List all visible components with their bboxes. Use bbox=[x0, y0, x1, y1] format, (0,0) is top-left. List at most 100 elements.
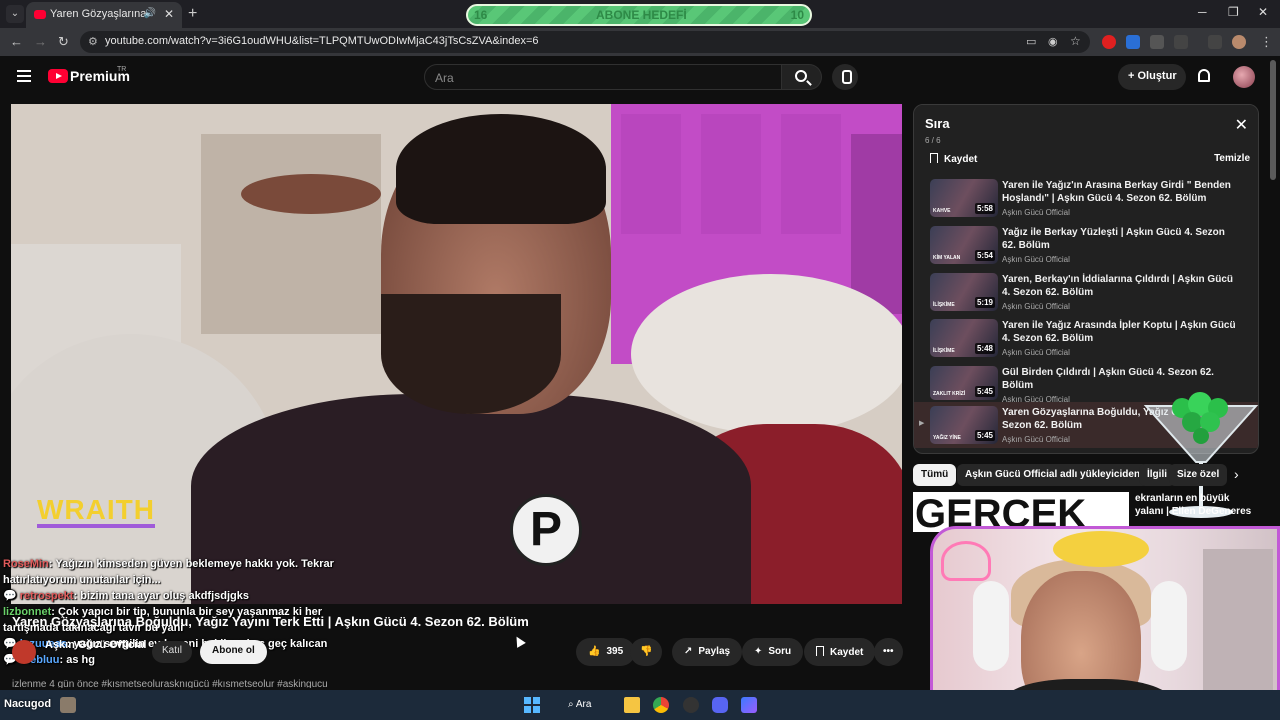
search-icon bbox=[795, 70, 807, 82]
sparkle-icon: ✦ bbox=[754, 646, 763, 657]
discord-icon[interactable] bbox=[712, 697, 728, 713]
background-shelf bbox=[1203, 549, 1273, 699]
app-icon[interactable] bbox=[741, 697, 757, 713]
extension-dark-icon[interactable] bbox=[1150, 35, 1164, 49]
windows-start-icon[interactable] bbox=[524, 697, 540, 713]
chip-from-uploader[interactable]: Aşkın Gücü Official adlı yükleyiciden bbox=[957, 464, 1149, 486]
dislike-button[interactable]: 👎 bbox=[630, 638, 663, 666]
extension-red-icon[interactable] bbox=[1102, 35, 1116, 49]
thumbnail-caption: İLİŞKİME bbox=[933, 301, 955, 308]
neon-sign bbox=[941, 541, 991, 581]
save-button[interactable]: Kaydet bbox=[804, 638, 876, 666]
share-button[interactable]: ↗ Paylaş bbox=[672, 638, 743, 666]
url-input[interactable]: ⚙ youtube.com/watch?v=3i6G1oudWHU&list=T… bbox=[80, 31, 1090, 53]
filter-chips: Tümü Aşkın Gücü Official adlı yükleyicid… bbox=[913, 464, 1259, 488]
url-text: youtube.com/watch?v=3i6G1oudWHU&list=TLP… bbox=[105, 35, 539, 47]
video-title: Yaren Gözyaşlarına Boğuldu, Yağız Yayını… bbox=[12, 614, 529, 629]
extension-blue-icon[interactable] bbox=[1126, 35, 1140, 49]
puzzle-icon[interactable] bbox=[1174, 35, 1188, 49]
youtube-logo-icon[interactable] bbox=[48, 69, 68, 83]
search-input[interactable]: Ara bbox=[424, 64, 782, 90]
video-thumbnail: KAHVE 5:58 bbox=[930, 179, 998, 217]
speaker-icon[interactable]: 🔊 bbox=[144, 8, 156, 19]
person-hair bbox=[396, 114, 606, 224]
show-logo-badge: P bbox=[510, 494, 582, 566]
channel-avatar[interactable] bbox=[12, 640, 36, 664]
share-icon: ↗ bbox=[684, 646, 693, 657]
file-explorer-icon[interactable] bbox=[624, 697, 640, 713]
create-button[interactable]: + Oluştur bbox=[1118, 64, 1186, 90]
reload-icon[interactable]: ↻ bbox=[58, 34, 69, 50]
taskbar-user-avatar bbox=[60, 697, 76, 713]
ask-button[interactable]: ✦ Soru bbox=[742, 638, 804, 666]
eye-off-icon[interactable]: ◉ bbox=[1048, 35, 1058, 48]
arrow-left-icon[interactable]: ← bbox=[10, 34, 23, 49]
video-player[interactable]: P WRAITH bbox=[11, 104, 902, 604]
minimize-icon[interactable]: ─ bbox=[1198, 5, 1207, 19]
queue-item[interactable]: KAHVE 5:58 Yaren ile Yağız'ın Arasına Ber… bbox=[914, 177, 1258, 224]
restore-icon[interactable]: ❐ bbox=[1228, 5, 1239, 19]
tab-search-icon[interactable]: ⌄ bbox=[6, 5, 24, 23]
thumbnail-caption: YAĞIZ YİNE bbox=[933, 435, 961, 442]
cast-icon[interactable]: ▭ bbox=[1026, 35, 1036, 48]
hamburger-menu-icon[interactable] bbox=[17, 70, 31, 82]
star-icon[interactable]: ☆ bbox=[1070, 34, 1081, 48]
video-thumbnail: İLİŞKİME 5:48 bbox=[930, 319, 998, 358]
chrome-icon[interactable] bbox=[653, 697, 669, 713]
avatar[interactable] bbox=[1233, 66, 1255, 88]
close-icon[interactable]: ✕ bbox=[1235, 115, 1248, 135]
arrow-right-icon[interactable]: → bbox=[34, 34, 47, 49]
chip-all[interactable]: Tümü bbox=[913, 464, 957, 486]
queue-clear-button[interactable]: Temizle bbox=[1214, 153, 1250, 164]
reading-list-icon[interactable] bbox=[1208, 35, 1222, 49]
queue-item-text: Yaren ile Yağız Arasında İpler Koptu | A… bbox=[1002, 319, 1238, 357]
thumb-down-icon: 👎 bbox=[640, 646, 653, 657]
queue-item-title: Yaren ile Yağız'ın Arasına Berkay Girdi … bbox=[1002, 180, 1231, 204]
description-preview[interactable]: izlenme 4 gün önce #kısmetseolurasknıgüc… bbox=[12, 679, 892, 688]
kebab-menu-icon[interactable]: ⋮ bbox=[1260, 34, 1273, 50]
queue-item[interactable]: KİM YALAN 5:54 Yağız ile Berkay Yüzleşti … bbox=[914, 224, 1258, 271]
search-placeholder: Ara bbox=[435, 71, 454, 85]
queue-item-text: Yaren, Berkay'ın İddialarına Çıldırdı | … bbox=[1002, 273, 1238, 311]
taskbar-search[interactable]: ⌕ Ara bbox=[558, 696, 608, 714]
more-actions-button[interactable]: ••• bbox=[874, 638, 903, 666]
queue-item-title: Yaren ile Yağız Arasında İpler Koptu | A… bbox=[1002, 320, 1236, 345]
profile-avatar-icon[interactable] bbox=[1232, 35, 1246, 49]
duration-badge: 5:45 bbox=[974, 430, 995, 442]
chat-message: 💬 retrospekt: bizim tana ayar oluş akdfj… bbox=[3, 590, 250, 602]
close-window-icon[interactable]: ✕ bbox=[1258, 5, 1268, 19]
youtube-favicon-icon bbox=[34, 10, 46, 19]
obs-icon[interactable] bbox=[683, 697, 699, 713]
chevron-right-icon[interactable]: › bbox=[1234, 466, 1239, 482]
youtube-header: Premium TR Ara + Oluştur bbox=[0, 56, 1280, 100]
queue-item-text: Yağız ile Berkay Yüzleşti | Aşkın Gücü 4… bbox=[1002, 226, 1238, 264]
queue-item[interactable]: İLİŞKİME 5:48 Yaren ile Yağız Arasında İp… bbox=[914, 317, 1258, 364]
new-tab-button[interactable]: + bbox=[188, 5, 197, 23]
pikachu-hat bbox=[1053, 531, 1149, 567]
browser-tab-active[interactable]: Yaren Gözyaşlarına Boğuldu 🔊 ✕ bbox=[26, 2, 182, 28]
tab-close-icon[interactable]: ✕ bbox=[164, 7, 174, 21]
now-playing-icon: ▶ bbox=[919, 420, 925, 428]
join-button[interactable]: Katıl bbox=[152, 641, 193, 663]
chat-username: retrospekt bbox=[19, 590, 74, 602]
goal-target: 10 bbox=[790, 8, 804, 22]
headphone-left bbox=[973, 581, 1009, 671]
page-scrollbar[interactable] bbox=[1270, 60, 1276, 180]
queue-item[interactable]: İLİŞKİME 5:19 Yaren, Berkay'ın İddiaların… bbox=[914, 271, 1258, 318]
microphone-icon[interactable] bbox=[832, 64, 858, 90]
search-button[interactable] bbox=[782, 64, 822, 90]
site-info-icon[interactable]: ⚙ bbox=[88, 35, 98, 48]
chat-text: : Yağızın kimseden güven beklemeye hakkı… bbox=[3, 558, 334, 586]
chip-for-you[interactable]: Size özel bbox=[1169, 464, 1228, 486]
duration-badge: 5:58 bbox=[974, 203, 995, 214]
region-code: TR bbox=[117, 66, 127, 73]
subscribe-button[interactable]: Abone ol bbox=[200, 640, 267, 664]
taskbar-search-label: Ara bbox=[575, 699, 592, 710]
windows-taskbar: Nacugod ⌕ Ara bbox=[0, 690, 1280, 720]
like-button[interactable]: 👍 395 bbox=[576, 638, 636, 666]
bell-icon[interactable] bbox=[1198, 69, 1210, 82]
video-thumbnail: ZAKLIT KRİZİ 5:45 bbox=[930, 366, 998, 401]
channel-name[interactable]: Aşkın Gücü Official bbox=[45, 639, 146, 651]
queue-save-button[interactable]: Kaydet bbox=[930, 153, 977, 165]
duration-badge: 5:48 bbox=[974, 343, 995, 355]
